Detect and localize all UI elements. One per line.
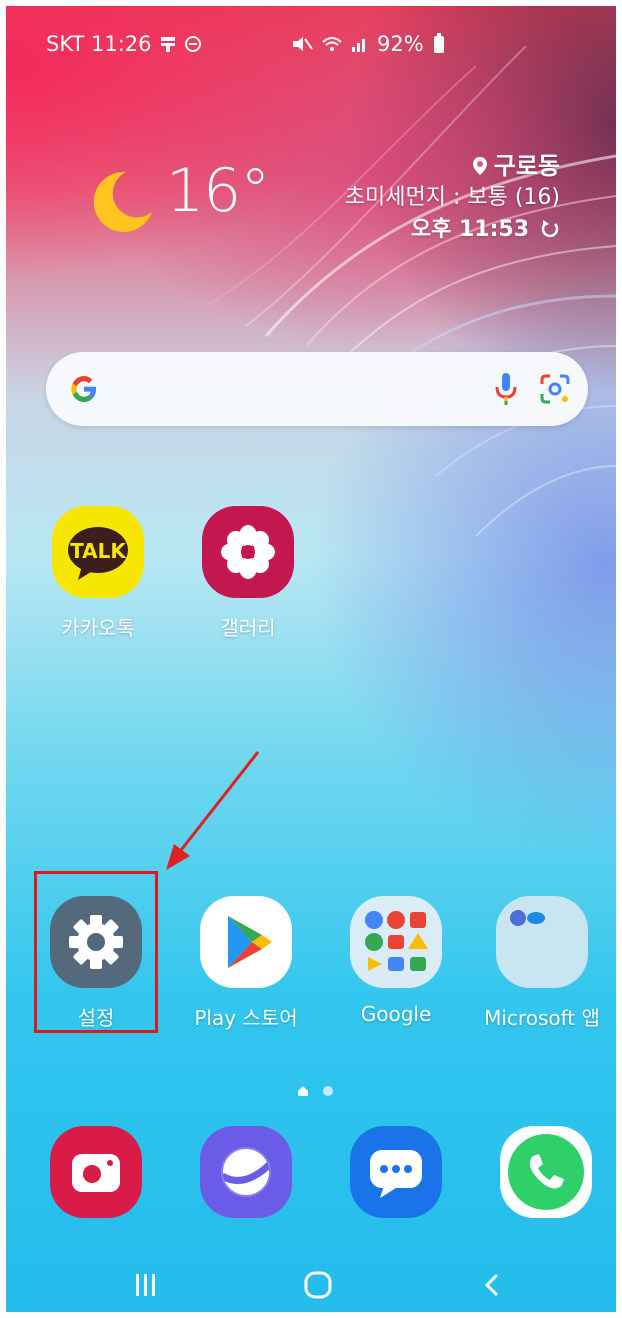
lens-icon[interactable]	[538, 372, 572, 406]
battery-icon	[433, 32, 444, 53]
dnd-icon	[184, 36, 201, 52]
refresh-icon[interactable]	[540, 219, 560, 239]
dock-internet[interactable]	[186, 1126, 306, 1218]
home-screen: SKT 11:26 92% 16° 구로동 초미세먼지 : 보통 (16) 오후…	[6, 6, 616, 1312]
camera-icon	[50, 1126, 142, 1218]
back-icon[interactable]	[482, 1272, 502, 1298]
phone-icon	[500, 1126, 592, 1218]
dock-camera[interactable]	[36, 1126, 156, 1218]
folder-google[interactable]: Google	[336, 896, 456, 1026]
page-indicator	[296, 1084, 334, 1098]
location-pin-icon	[472, 157, 487, 175]
microsoft-folder-label: Microsoft 앱	[484, 1006, 600, 1030]
wallpaper-swirl	[205, 45, 616, 537]
air-quality: 초미세먼지 : 보통 (16)	[344, 185, 560, 210]
wifi-icon	[322, 37, 342, 51]
page-dot-icon[interactable]	[322, 1085, 334, 1097]
moon-icon	[93, 171, 152, 232]
internet-icon	[200, 1126, 292, 1218]
weather-details[interactable]: 구로동 초미세먼지 : 보통 (16) 오후 11:53	[345, 150, 560, 246]
weather-temperature: 16°	[166, 156, 270, 226]
google-search-bar[interactable]	[46, 352, 588, 426]
home-page-dot-icon[interactable]	[296, 1084, 310, 1098]
gallery-label: 갤러리	[220, 616, 276, 640]
kakaotalk-logo-text: TALK	[70, 539, 127, 563]
home-icon[interactable]	[303, 1270, 333, 1300]
mic-icon[interactable]	[492, 370, 520, 408]
play-store-label: Play 스토어	[194, 1006, 298, 1030]
message-icon	[160, 37, 175, 52]
weather-updated-time: 오후 11:53	[410, 217, 529, 242]
app-gallery[interactable]: 갤러리	[188, 506, 308, 641]
navigation-bar	[6, 1254, 616, 1312]
app-play-store[interactable]: Play 스토어	[186, 896, 306, 1031]
dock-messages[interactable]	[336, 1126, 456, 1218]
mute-icon	[293, 37, 313, 51]
dock-phone[interactable]	[486, 1126, 606, 1218]
app-kakaotalk[interactable]: TALK 카카오톡	[38, 506, 158, 641]
signal-icon	[352, 39, 365, 52]
recent-apps-icon[interactable]	[134, 1272, 158, 1298]
kakaotalk-icon: TALK	[52, 506, 144, 598]
status-bar: SKT 11:26 92%	[6, 28, 616, 62]
carrier-time: SKT 11:26	[46, 32, 152, 56]
play-store-icon	[200, 896, 292, 988]
microsoft-folder-icon	[496, 896, 588, 988]
gallery-icon	[202, 506, 294, 598]
google-g-icon	[71, 376, 96, 402]
folder-microsoft[interactable]: Microsoft 앱	[482, 896, 602, 1031]
annotation-arrow	[166, 751, 260, 870]
google-folder-label: Google	[360, 1002, 432, 1026]
messages-icon	[350, 1126, 442, 1218]
battery-percent: 92%	[377, 32, 424, 56]
settings-highlight-box	[34, 871, 158, 1033]
google-folder-icon	[350, 896, 442, 988]
kakaotalk-label: 카카오톡	[61, 616, 135, 640]
weather-location: 구로동	[493, 152, 560, 180]
